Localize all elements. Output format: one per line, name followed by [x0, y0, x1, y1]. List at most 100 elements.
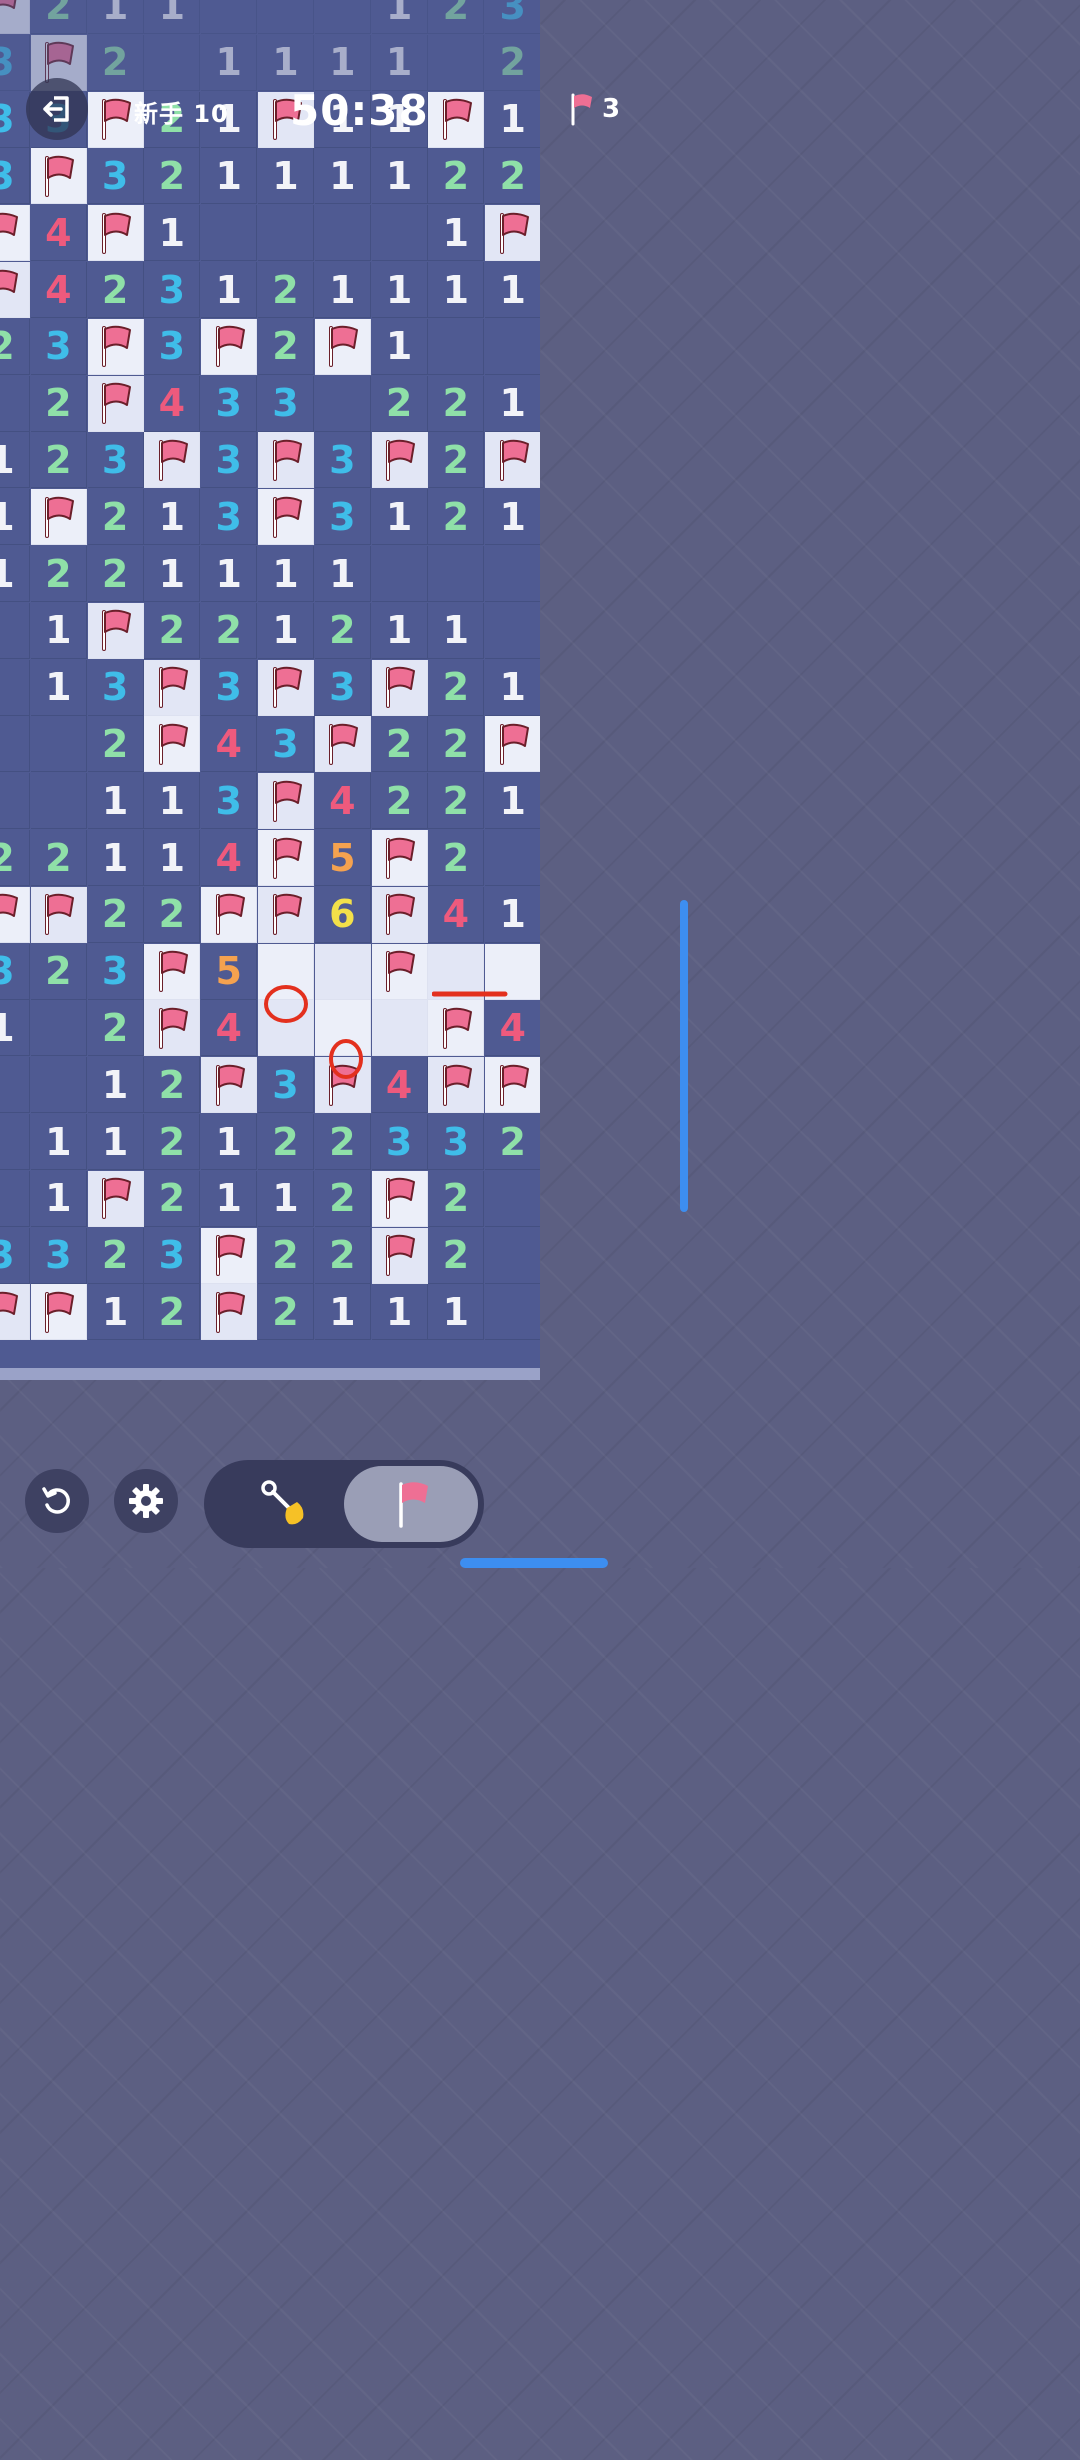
- number-cell[interactable]: 2: [87, 262, 144, 318]
- flagged-cell[interactable]: [371, 886, 428, 943]
- number-cell[interactable]: 2: [371, 773, 428, 830]
- number-cell[interactable]: 5: [314, 830, 371, 886]
- number-cell[interactable]: 3: [87, 432, 144, 489]
- scrollbar[interactable]: [680, 900, 688, 1212]
- number-cell[interactable]: 1: [428, 205, 485, 262]
- flagged-cell[interactable]: [485, 716, 540, 773]
- number-cell[interactable]: 2: [258, 262, 314, 318]
- number-cell[interactable]: 2: [144, 1114, 201, 1170]
- number-cell[interactable]: 2: [144, 602, 201, 659]
- number-cell[interactable]: 3: [258, 375, 314, 432]
- number-cell[interactable]: 3: [201, 489, 258, 546]
- number-cell[interactable]: 4: [485, 1000, 540, 1057]
- number-cell[interactable]: 1: [0, 1000, 30, 1057]
- flagged-cell[interactable]: [428, 1057, 485, 1114]
- flagged-cell[interactable]: [371, 830, 428, 886]
- number-cell[interactable]: 2: [428, 432, 485, 489]
- number-cell[interactable]: 1: [144, 0, 201, 34]
- flagged-cell[interactable]: [30, 148, 87, 205]
- number-cell[interactable]: 1: [201, 1170, 258, 1227]
- opened-empty-cell[interactable]: [314, 0, 371, 34]
- number-cell[interactable]: 1: [30, 1170, 87, 1227]
- exit-button[interactable]: [26, 78, 88, 140]
- opened-empty-cell[interactable]: [428, 318, 485, 375]
- number-cell[interactable]: 3: [30, 1227, 87, 1284]
- number-cell[interactable]: 2: [428, 0, 485, 34]
- opened-empty-cell[interactable]: [485, 1284, 540, 1341]
- flagged-cell[interactable]: [87, 318, 144, 375]
- number-cell[interactable]: 2: [314, 602, 371, 659]
- number-cell[interactable]: 3: [87, 659, 144, 716]
- opened-empty-cell[interactable]: [258, 0, 314, 34]
- opened-empty-cell[interactable]: [0, 375, 30, 432]
- number-cell[interactable]: 2: [258, 1114, 314, 1170]
- opened-empty-cell[interactable]: [30, 716, 87, 773]
- number-cell[interactable]: 2: [87, 886, 144, 943]
- opened-empty-cell[interactable]: [0, 1057, 30, 1114]
- number-cell[interactable]: 2: [87, 716, 144, 773]
- number-cell[interactable]: 2: [428, 773, 485, 830]
- number-cell[interactable]: 1: [314, 148, 371, 205]
- number-cell[interactable]: 2: [87, 546, 144, 602]
- number-cell[interactable]: 1: [87, 830, 144, 886]
- flagged-cell[interactable]: [30, 886, 87, 943]
- number-cell[interactable]: 2: [144, 1057, 201, 1114]
- number-cell[interactable]: 2: [428, 1227, 485, 1284]
- number-cell[interactable]: 3: [201, 773, 258, 830]
- unopened-cell[interactable]: [428, 943, 485, 1000]
- number-cell[interactable]: 1: [258, 602, 314, 659]
- opened-empty-cell[interactable]: [30, 1057, 87, 1114]
- number-cell[interactable]: 1: [485, 659, 540, 716]
- number-cell[interactable]: 3: [0, 943, 30, 1000]
- flagged-cell[interactable]: [144, 659, 201, 716]
- flagged-cell[interactable]: [87, 205, 144, 262]
- flagged-cell[interactable]: [258, 886, 314, 943]
- number-cell[interactable]: 3: [258, 1057, 314, 1114]
- number-cell[interactable]: 2: [30, 943, 87, 1000]
- opened-empty-cell[interactable]: [485, 318, 540, 375]
- number-cell[interactable]: 1: [371, 148, 428, 205]
- number-cell[interactable]: 1: [371, 489, 428, 546]
- flagged-cell[interactable]: [258, 432, 314, 489]
- unopened-cell[interactable]: [258, 1000, 314, 1057]
- number-cell[interactable]: 1: [428, 602, 485, 659]
- opened-empty-cell[interactable]: [485, 546, 540, 602]
- number-cell[interactable]: 1: [314, 1284, 371, 1341]
- number-cell[interactable]: 1: [87, 1057, 144, 1114]
- flagged-cell[interactable]: [87, 602, 144, 659]
- flagged-cell[interactable]: [485, 432, 540, 489]
- number-cell[interactable]: 1: [258, 546, 314, 602]
- number-cell[interactable]: 1: [30, 602, 87, 659]
- number-cell[interactable]: 2: [30, 830, 87, 886]
- number-cell[interactable]: 1: [371, 0, 428, 34]
- number-cell[interactable]: 4: [201, 1000, 258, 1057]
- number-cell[interactable]: 1: [201, 546, 258, 602]
- opened-empty-cell[interactable]: [30, 773, 87, 830]
- number-cell[interactable]: 4: [371, 1057, 428, 1114]
- number-cell[interactable]: 3: [201, 432, 258, 489]
- number-cell[interactable]: 2: [30, 0, 87, 34]
- opened-empty-cell[interactable]: [485, 602, 540, 659]
- number-cell[interactable]: 1: [428, 262, 485, 318]
- number-cell[interactable]: 3: [314, 489, 371, 546]
- number-cell[interactable]: 3: [144, 318, 201, 375]
- flagged-cell[interactable]: [0, 0, 30, 34]
- flagged-cell[interactable]: [144, 432, 201, 489]
- number-cell[interactable]: 2: [258, 318, 314, 375]
- number-cell[interactable]: 2: [30, 546, 87, 602]
- opened-empty-cell[interactable]: [0, 773, 30, 830]
- number-cell[interactable]: 2: [0, 830, 30, 886]
- number-cell[interactable]: 1: [371, 1284, 428, 1341]
- number-cell[interactable]: 3: [258, 716, 314, 773]
- flagged-cell[interactable]: [201, 1057, 258, 1114]
- unopened-cell[interactable]: [485, 943, 540, 1000]
- number-cell[interactable]: 2: [87, 489, 144, 546]
- number-cell[interactable]: 1: [87, 773, 144, 830]
- flagged-cell[interactable]: [485, 1057, 540, 1114]
- number-cell[interactable]: 2: [485, 1114, 540, 1170]
- number-cell[interactable]: 2: [428, 830, 485, 886]
- number-cell[interactable]: 6: [314, 886, 371, 943]
- number-cell[interactable]: 4: [201, 830, 258, 886]
- number-cell[interactable]: 1: [144, 489, 201, 546]
- opened-empty-cell[interactable]: [0, 1114, 30, 1170]
